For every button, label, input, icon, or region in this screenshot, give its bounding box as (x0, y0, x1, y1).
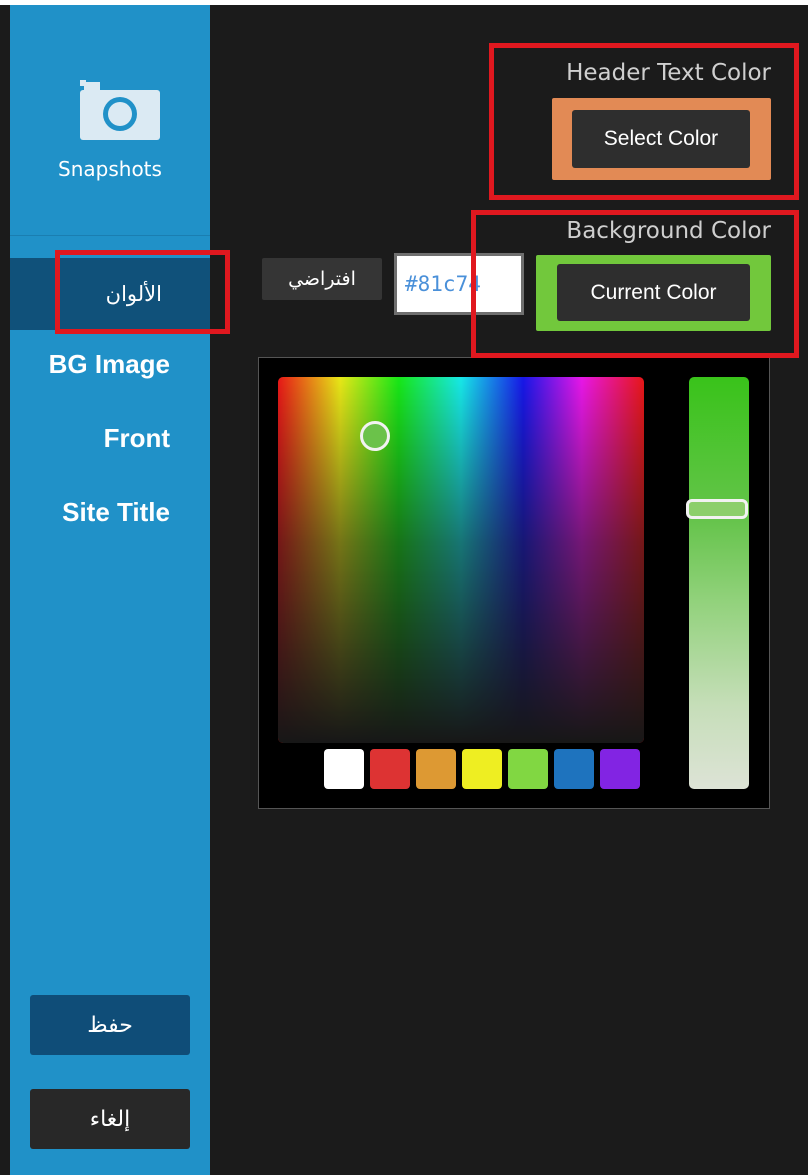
palette-swatch-orange[interactable] (416, 749, 456, 789)
palette-swatch-yellow[interactable] (462, 749, 502, 789)
save-button[interactable]: حفظ (30, 995, 190, 1055)
color-picker (258, 357, 770, 809)
saturation-field[interactable] (278, 377, 644, 743)
sidebar-item-bg-image[interactable]: BG Image (10, 329, 210, 399)
palette-swatch-red[interactable] (370, 749, 410, 789)
slider-handle[interactable] (686, 499, 748, 519)
sidebar-divider (10, 235, 210, 236)
palette-swatch-green[interactable] (508, 749, 548, 789)
highlight-box-background-color (471, 210, 799, 358)
highlight-box-header-color (489, 43, 799, 200)
lightness-slider[interactable] (686, 377, 749, 789)
camera-icon[interactable] (80, 80, 160, 140)
snapshots-label[interactable]: Snapshots (10, 157, 210, 181)
palette-swatch-purple[interactable] (600, 749, 640, 789)
highlight-box-colors-tab (55, 250, 230, 334)
sidebar: Snapshots الألوان BG Image Front Site Ti… (10, 5, 210, 1175)
palette-swatch-blue[interactable] (554, 749, 594, 789)
color-picker-handle[interactable] (360, 421, 390, 451)
palette-swatch-white[interactable] (324, 749, 364, 789)
palette-swatch-black[interactable] (278, 749, 318, 789)
sidebar-item-front[interactable]: Front (10, 403, 210, 473)
default-color-button[interactable]: افتراضي (262, 258, 382, 300)
sidebar-item-site-title[interactable]: Site Title (10, 477, 210, 547)
cancel-button[interactable]: إلغاء (30, 1089, 190, 1149)
